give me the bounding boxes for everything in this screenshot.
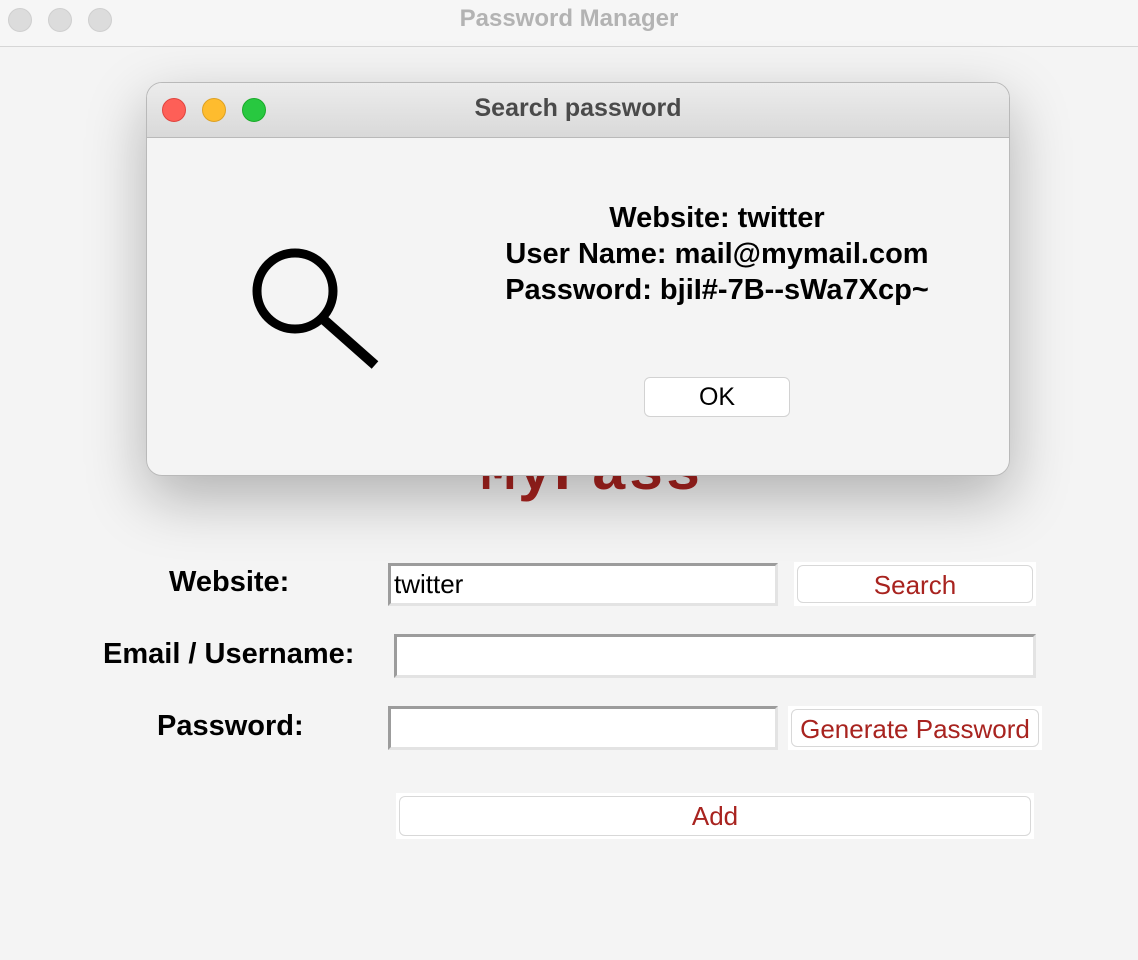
ok-button[interactable]: OK <box>644 377 790 417</box>
search-button-frame: Search <box>794 562 1036 606</box>
dialog-titlebar: Search password <box>147 83 1009 138</box>
dialog-title: Search password <box>474 94 682 122</box>
website-input[interactable]: twitter <box>388 563 778 606</box>
email-username-input[interactable] <box>394 634 1036 678</box>
dialog-password-line: Password: bjiI#-7B--sWa7Xcp~ <box>505 274 929 306</box>
email-username-label: Email / Username: <box>103 638 355 670</box>
generate-password-button[interactable]: Generate Password <box>791 709 1039 747</box>
window-titlebar: Password Manager <box>0 0 1138 47</box>
website-label: Website: <box>169 566 290 598</box>
search-icon <box>252 248 379 369</box>
dialog-username-line: User Name: mail@mymail.com <box>505 238 929 270</box>
main-window: Password Manager MyPass Website: twitter… <box>0 0 1138 960</box>
password-label: Password: <box>157 710 304 742</box>
window-title: Password Manager <box>459 5 679 32</box>
add-button[interactable]: Add <box>399 796 1031 836</box>
search-password-dialog: Search password Website: twitter User Na… <box>146 82 1010 476</box>
dialog-website-line: Website: twitter <box>609 202 825 234</box>
generate-password-button-frame: Generate Password <box>788 706 1042 750</box>
add-button-frame: Add <box>396 793 1034 839</box>
password-input[interactable] <box>388 706 778 750</box>
search-button[interactable]: Search <box>797 565 1033 603</box>
